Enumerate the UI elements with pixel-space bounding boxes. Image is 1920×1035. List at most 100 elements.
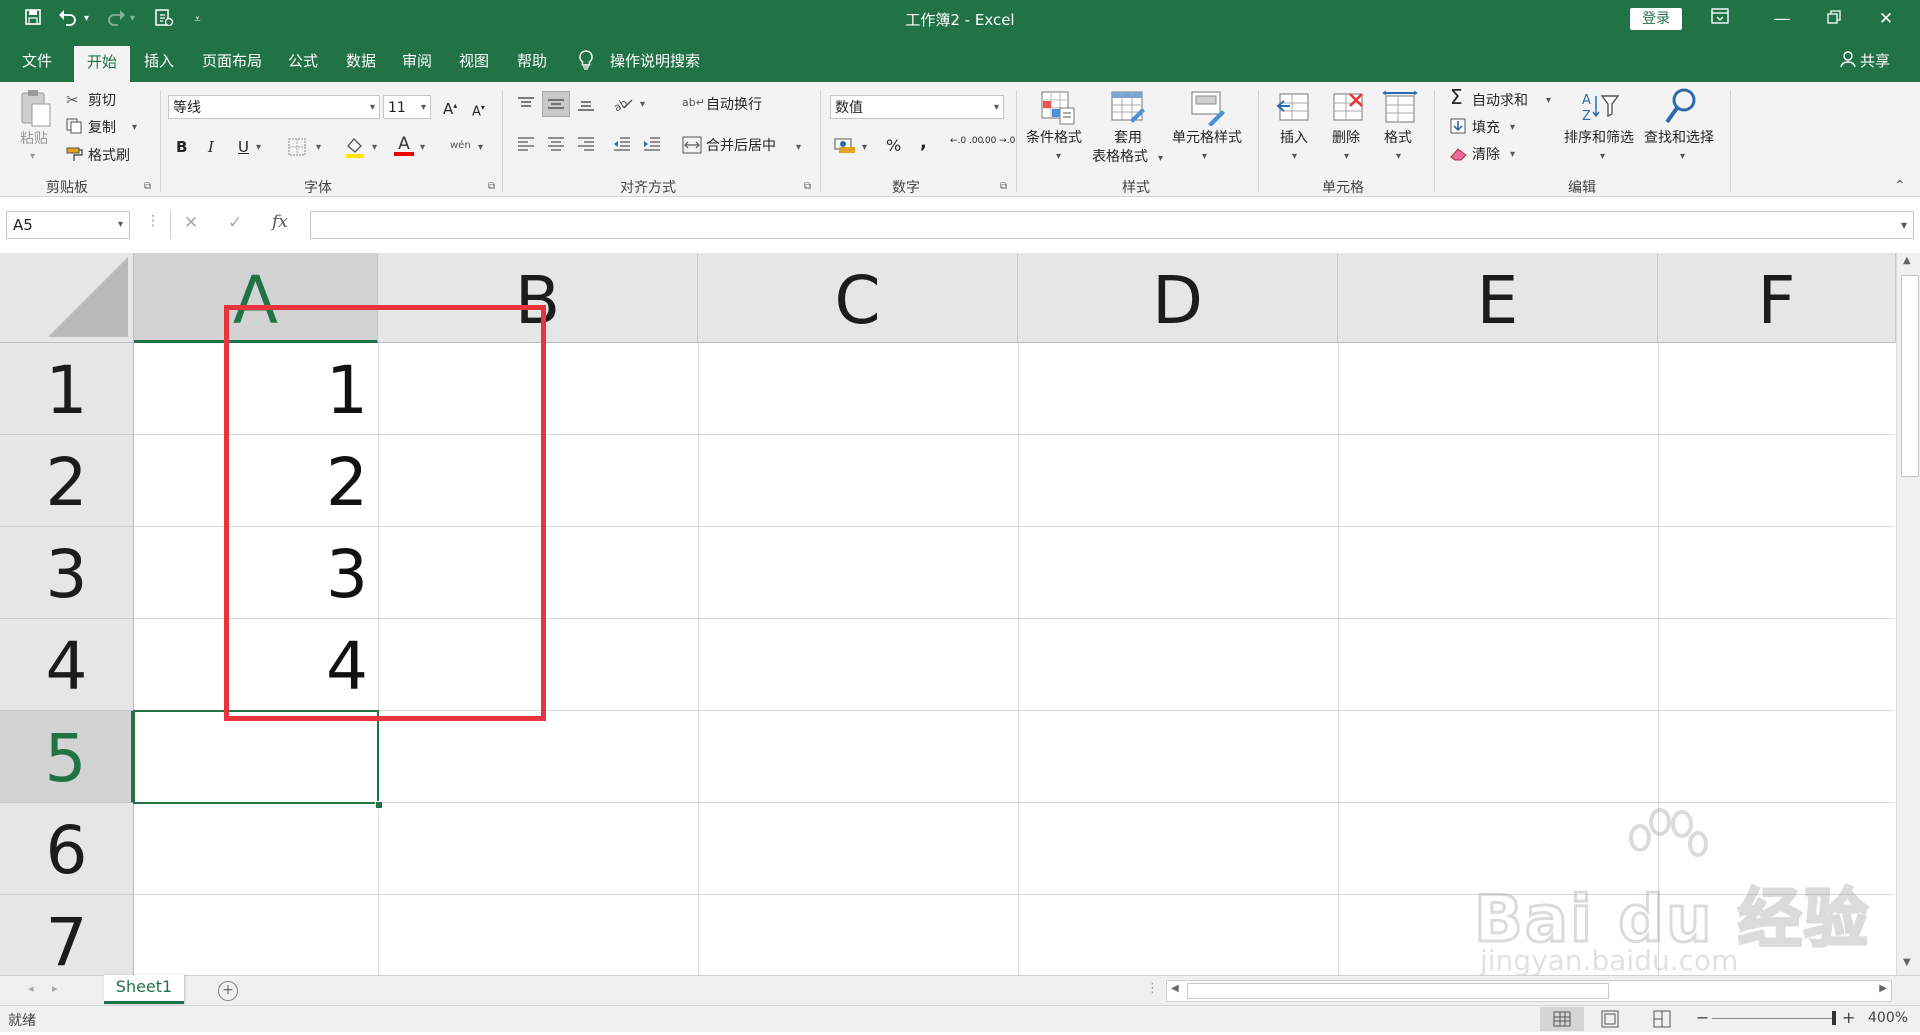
scroll-left-icon[interactable]: ◀ bbox=[1171, 983, 1179, 994]
orientation-dropdown-icon[interactable]: ▾ bbox=[640, 96, 645, 114]
insert-cells-button[interactable]: 插入 bbox=[1280, 129, 1308, 147]
insert-dropdown-icon[interactable]: ▾ bbox=[1292, 148, 1297, 166]
format-cells-icon[interactable] bbox=[1382, 90, 1418, 130]
cancel-icon[interactable]: ✕ bbox=[184, 213, 198, 233]
phonetic-dropdown-icon[interactable]: ▾ bbox=[478, 139, 483, 157]
align-left-icon[interactable] bbox=[516, 136, 536, 156]
percent-button[interactable]: % bbox=[886, 137, 901, 155]
share-icon[interactable] bbox=[1840, 50, 1856, 74]
zoom-out-button[interactable]: − bbox=[1696, 1008, 1709, 1027]
decrease-decimal-button[interactable]: .00 →.0 bbox=[982, 136, 1015, 146]
delete-cells-icon[interactable] bbox=[1330, 90, 1366, 130]
font-color-dropdown-icon[interactable]: ▾ bbox=[420, 139, 425, 157]
zoom-level[interactable]: 400% bbox=[1868, 1010, 1908, 1026]
clear-dropdown-icon[interactable]: ▾ bbox=[1510, 146, 1515, 164]
chevron-down-icon[interactable]: ▾ bbox=[118, 212, 123, 238]
row-header-5[interactable]: 5 bbox=[0, 711, 134, 803]
tab-data[interactable]: 数据 bbox=[346, 50, 376, 72]
underline-dropdown-icon[interactable]: ▾ bbox=[256, 139, 261, 157]
lightbulb-icon[interactable] bbox=[578, 50, 594, 76]
merge-dropdown-icon[interactable]: ▾ bbox=[796, 139, 801, 157]
merge-center-icon[interactable] bbox=[682, 136, 702, 158]
tab-split-handle-icon[interactable]: ⋮ bbox=[1146, 981, 1159, 996]
copy-icon[interactable] bbox=[66, 118, 82, 139]
phonetic-guide-icon[interactable]: wén bbox=[450, 137, 471, 155]
select-all-button[interactable] bbox=[0, 253, 134, 343]
zoom-slider-thumb[interactable] bbox=[1832, 1011, 1836, 1025]
insert-function-icon[interactable]: fx bbox=[272, 212, 288, 232]
paste-button[interactable]: 粘贴 bbox=[20, 130, 48, 148]
increase-indent-icon[interactable] bbox=[642, 136, 662, 156]
format-painter-icon[interactable] bbox=[66, 146, 84, 167]
format-as-table-line1[interactable]: 套用 bbox=[1114, 129, 1142, 147]
horizontal-scrollbar[interactable]: ◀ ▶ bbox=[1166, 980, 1892, 1002]
fill-dropdown-icon[interactable]: ▾ bbox=[1510, 119, 1515, 137]
format-as-table-icon[interactable] bbox=[1110, 90, 1146, 130]
sort-filter-button[interactable]: 排序和筛选 bbox=[1564, 129, 1634, 147]
insert-cells-icon[interactable] bbox=[1276, 90, 1312, 130]
cell-styles-dropdown-icon[interactable]: ▾ bbox=[1202, 148, 1207, 166]
row-header-7[interactable]: 7 bbox=[0, 895, 134, 975]
horizontal-scroll-thumb[interactable] bbox=[1187, 983, 1609, 999]
sheet-tab-sheet1[interactable]: Sheet1 bbox=[104, 975, 184, 1004]
alignment-launcher-icon[interactable]: ⧉ bbox=[804, 181, 811, 192]
format-cells-button[interactable]: 格式 bbox=[1384, 129, 1412, 147]
eraser-icon[interactable] bbox=[1450, 146, 1468, 165]
column-header-f[interactable]: F bbox=[1658, 253, 1896, 343]
conditional-format-button[interactable]: 条件格式 bbox=[1026, 129, 1082, 147]
align-bottom-icon[interactable] bbox=[576, 96, 596, 116]
conditional-format-icon[interactable] bbox=[1040, 90, 1076, 130]
borders-dropdown-icon[interactable]: ▾ bbox=[316, 139, 321, 157]
cell-styles-button[interactable]: 单元格样式 bbox=[1172, 129, 1242, 147]
tab-page-layout[interactable]: 页面布局 bbox=[202, 50, 262, 72]
tab-help[interactable]: 帮助 bbox=[517, 50, 547, 72]
borders-icon[interactable] bbox=[288, 138, 306, 160]
italic-button[interactable]: I bbox=[208, 138, 214, 156]
bold-button[interactable]: B bbox=[176, 138, 187, 156]
fill-button[interactable]: 填充 bbox=[1472, 119, 1500, 137]
grow-font-icon[interactable]: A▴ bbox=[443, 97, 457, 118]
autosum-icon[interactable]: Σ bbox=[1450, 87, 1463, 107]
scroll-up-icon[interactable]: ▲ bbox=[1903, 255, 1911, 266]
sort-dropdown-icon[interactable]: ▾ bbox=[1600, 148, 1605, 166]
scissors-icon[interactable]: ✂ bbox=[66, 90, 79, 110]
align-center-icon[interactable] bbox=[546, 136, 566, 156]
tab-view[interactable]: 视图 bbox=[459, 50, 489, 72]
format-painter-button[interactable]: 格式刷 bbox=[88, 147, 130, 165]
clear-button[interactable]: 清除 bbox=[1472, 146, 1500, 164]
font-size-select[interactable]: 11 ▾ bbox=[383, 95, 431, 119]
format-table-dropdown-icon[interactable]: ▾ bbox=[1158, 150, 1163, 168]
decrease-indent-icon[interactable] bbox=[612, 136, 632, 156]
zoom-in-button[interactable]: + bbox=[1842, 1008, 1855, 1027]
autosum-button[interactable]: 自动求和 bbox=[1472, 92, 1528, 110]
formula-input[interactable]: ▾ bbox=[310, 211, 1914, 239]
font-launcher-icon[interactable]: ⧉ bbox=[488, 181, 495, 192]
ribbon-display-icon[interactable] bbox=[1700, 6, 1740, 32]
normal-view-button[interactable] bbox=[1540, 1007, 1584, 1031]
delete-cells-button[interactable]: 删除 bbox=[1332, 129, 1360, 147]
page-break-view-icon[interactable] bbox=[1652, 1010, 1672, 1032]
copy-dropdown-icon[interactable]: ▾ bbox=[132, 119, 137, 137]
sort-filter-icon[interactable]: AZ bbox=[1580, 90, 1620, 130]
number-format-select[interactable]: 数值 ▾ bbox=[830, 95, 1004, 119]
row-header-1[interactable]: 1 bbox=[0, 343, 134, 435]
accounting-format-icon[interactable] bbox=[834, 136, 856, 158]
merge-center-button[interactable]: 合并后居中 bbox=[706, 137, 776, 155]
number-launcher-icon[interactable]: ⧉ bbox=[1000, 181, 1007, 192]
fill-icon[interactable] bbox=[1450, 118, 1466, 138]
fill-color-icon[interactable] bbox=[344, 136, 366, 162]
format-dropdown-icon[interactable]: ▾ bbox=[1396, 148, 1401, 166]
vertical-scroll-thumb[interactable] bbox=[1901, 275, 1919, 477]
column-header-c[interactable]: C bbox=[698, 253, 1018, 343]
page-layout-view-icon[interactable] bbox=[1600, 1010, 1620, 1032]
tab-home[interactable]: 开始 bbox=[74, 46, 130, 82]
align-middle-icon[interactable] bbox=[542, 91, 570, 117]
paste-icon[interactable] bbox=[18, 88, 52, 128]
accounting-dropdown-icon[interactable]: ▾ bbox=[862, 139, 867, 157]
find-select-button[interactable]: 查找和选择 bbox=[1644, 129, 1714, 147]
close-icon[interactable]: ✕ bbox=[1866, 6, 1906, 32]
row-header-4[interactable]: 4 bbox=[0, 619, 134, 711]
column-header-e[interactable]: E bbox=[1338, 253, 1658, 343]
tab-review[interactable]: 审阅 bbox=[402, 50, 432, 72]
active-cell-a5[interactable] bbox=[133, 710, 379, 804]
